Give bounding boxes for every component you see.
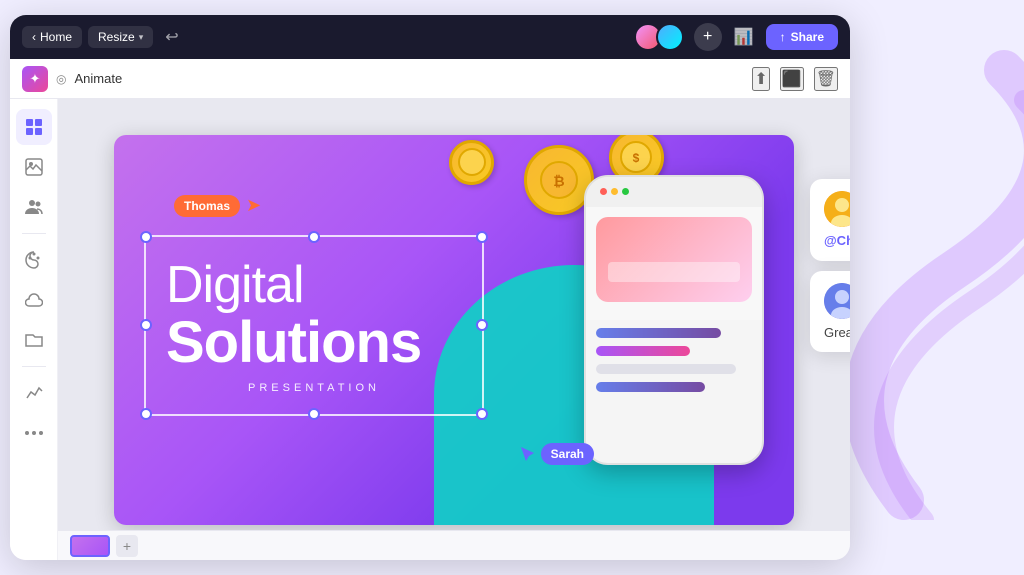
- credit-card: [596, 217, 752, 302]
- handle-bottom-right[interactable]: [476, 408, 488, 420]
- comment-card-thomas: Thomas Nabin 1 minute ago Great, thanks!: [810, 271, 850, 352]
- avatar-2: [656, 23, 684, 51]
- slide-subtitle: PRESENTATION: [166, 382, 462, 394]
- app-container: ‹ Home Resize ▾ ↩ + 📊 ↑ Share ✦: [10, 15, 850, 560]
- thomas-avatar-img: [824, 283, 850, 319]
- toolbar-right: + 📊 ↑ Share: [634, 23, 838, 51]
- magic-icon: ✦: [22, 66, 48, 92]
- export-icon-button[interactable]: ⬆: [752, 67, 769, 91]
- svg-text:₿: ₿: [553, 173, 564, 189]
- card-stripe: [608, 262, 740, 282]
- chevron-left-icon: ‹: [32, 30, 36, 44]
- phone-mockup: [584, 175, 764, 465]
- phone-dot-red: [600, 188, 607, 195]
- share-button[interactable]: ↑ Share: [766, 24, 838, 50]
- handle-top-right[interactable]: [476, 231, 488, 243]
- sidebar-item-palette[interactable]: [16, 242, 52, 278]
- sidebar-item-chart[interactable]: [16, 375, 52, 411]
- main-toolbar: ‹ Home Resize ▾ ↩ + 📊 ↑ Share: [10, 15, 850, 59]
- sidebar-item-people[interactable]: [16, 189, 52, 225]
- slide-text-box[interactable]: Digital Solutions PRESENTATION: [144, 235, 484, 416]
- share-icon: ↑: [780, 30, 786, 44]
- handle-bottom-left[interactable]: [140, 408, 152, 420]
- thomas-cursor-arrow: ➤: [246, 195, 261, 216]
- thomas-cursor-label: Thomas: [174, 195, 240, 217]
- sidebar-item-grid[interactable]: [16, 109, 52, 145]
- home-label: Home: [40, 30, 72, 44]
- frame-icon-button[interactable]: ⬛: [780, 67, 804, 91]
- cursor-thomas: Thomas ➤: [174, 195, 261, 217]
- sarah-cursor-icon: [519, 445, 537, 463]
- slide-title-bold: Solutions: [166, 314, 462, 372]
- secondary-toolbar-right: ⬆ ⬛ 🗑: [752, 67, 838, 91]
- chart-button[interactable]: 📊: [730, 23, 758, 51]
- sarah-cursor-label: Sarah: [541, 443, 594, 465]
- phone-bar-purple: [596, 346, 690, 356]
- resize-button[interactable]: Resize ▾: [88, 26, 153, 48]
- phone-dot-green: [622, 188, 629, 195]
- phone-dot-yellow: [611, 188, 618, 195]
- presentation-slide[interactable]: ₿ $ €: [114, 135, 794, 525]
- add-collaborator-button[interactable]: +: [694, 23, 722, 51]
- canvas-area[interactable]: ₿ $ €: [58, 99, 850, 560]
- phone-bar-blue-2: [596, 382, 705, 392]
- phone-bar-light: [596, 364, 736, 374]
- comment-text-sarah: @Chris Title updated 👋: [824, 233, 850, 249]
- sarah-avatar-img: [824, 191, 850, 227]
- sidebar-divider-2: [22, 366, 46, 367]
- sidebar-item-image[interactable]: [16, 149, 52, 185]
- left-sidebar: [10, 99, 58, 560]
- phone-bar-blue: [596, 328, 721, 338]
- resize-label: Resize: [98, 30, 135, 44]
- comment-card-sarah: Sarah Knight 1 minute ago @Chris Title u…: [810, 179, 850, 261]
- handle-top-mid[interactable]: [308, 231, 320, 243]
- sidebar-divider-1: [22, 233, 46, 234]
- svg-text:$: $: [633, 151, 640, 165]
- sidebar-item-cloud[interactable]: [16, 282, 52, 318]
- handle-top-left[interactable]: [140, 231, 152, 243]
- animate-circle-icon[interactable]: ◎: [56, 72, 66, 86]
- page-thumbnail-1[interactable]: [70, 535, 110, 557]
- main-content-area: ₿ $ €: [10, 99, 850, 560]
- handle-mid-left[interactable]: [140, 319, 152, 331]
- phone-top-bar: [586, 177, 762, 207]
- secondary-toolbar-left: ✦ ◎ Animate: [22, 66, 742, 92]
- avatar-thomas: [824, 283, 850, 319]
- toolbar-left: ‹ Home Resize ▾ ↩: [22, 23, 626, 51]
- handle-bottom-mid[interactable]: [308, 408, 320, 420]
- home-button[interactable]: ‹ Home: [22, 26, 82, 48]
- sidebar-item-more[interactable]: [16, 415, 52, 451]
- phone-card-area: [586, 207, 762, 320]
- cursor-sarah: Sarah: [519, 443, 594, 465]
- secondary-toolbar: ✦ ◎ Animate ⬆ ⬛ 🗑: [10, 59, 850, 99]
- handle-mid-right[interactable]: [476, 319, 488, 331]
- comment-header-sarah: Sarah Knight 1 minute ago: [824, 191, 850, 227]
- add-page-button[interactable]: +: [116, 535, 138, 557]
- chevron-down-icon: ▾: [139, 32, 144, 43]
- share-label: Share: [791, 30, 824, 44]
- comment-header-thomas: Thomas Nabin 1 minute ago: [824, 283, 850, 319]
- undo-button[interactable]: ↩: [159, 23, 184, 51]
- comments-panel: Sarah Knight 1 minute ago @Chris Title u…: [810, 179, 850, 352]
- comment-mention: @Chris: [824, 233, 850, 248]
- phone-bars: [586, 320, 762, 408]
- slide-title-light: Digital: [166, 257, 462, 314]
- delete-icon-button[interactable]: 🗑: [814, 67, 838, 91]
- avatar-sarah: [824, 191, 850, 227]
- collaborator-avatars: [634, 23, 684, 51]
- comment-text-thomas: Great, thanks!: [824, 325, 850, 340]
- sidebar-item-folder[interactable]: [16, 322, 52, 358]
- coin-4: [449, 140, 494, 185]
- animate-label: Animate: [74, 71, 122, 86]
- page-strip: +: [58, 530, 850, 560]
